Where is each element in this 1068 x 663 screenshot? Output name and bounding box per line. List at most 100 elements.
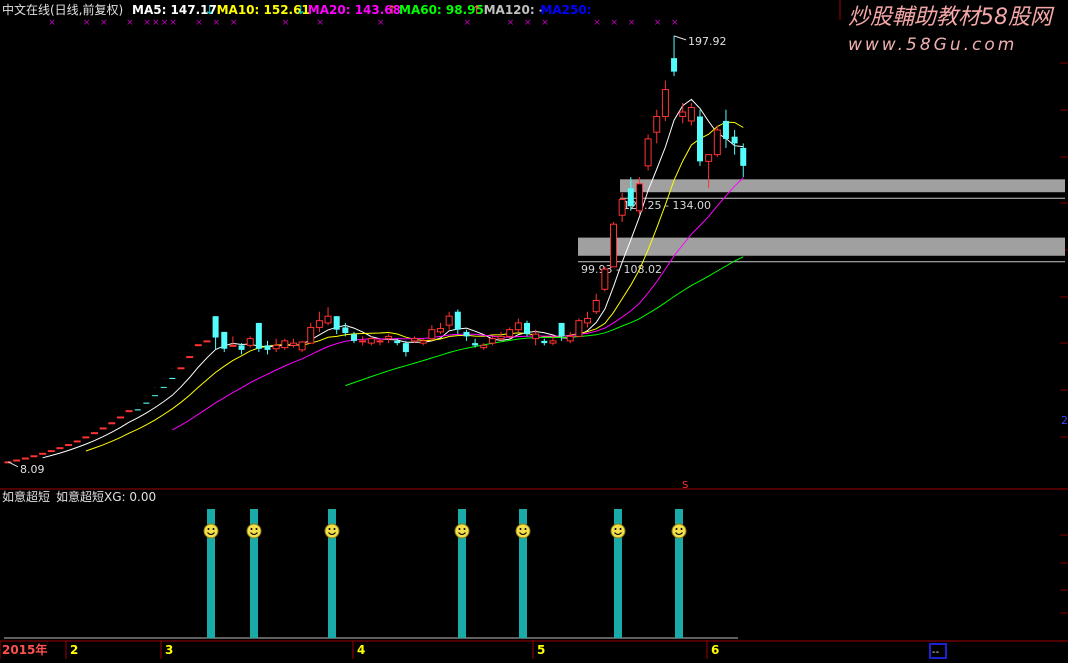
top-marker: × [282,18,290,28]
smiley-eye [250,528,253,530]
candle-body [30,455,38,458]
lower-panel: 如意超短 如意超短XG: 0.00 [2,489,738,639]
watermark: 炒股輔助教材58股网 www.58Gu.com [848,5,1055,55]
high-pointer [673,35,687,41]
candle-body [125,410,133,413]
top-marker: × [541,18,549,28]
candle-body [722,120,729,139]
x-tick-label: 6 [711,643,719,657]
right-marker: 2 [1061,414,1068,427]
candle-body [82,436,90,439]
candle-body [463,331,470,337]
smiley-face [324,523,340,539]
candle-body [411,338,419,342]
candle-body [627,188,634,207]
candle-body [671,58,678,72]
candle-body [705,154,713,162]
low-price-label: 8.09 [20,463,45,476]
candle-body [394,340,401,344]
symbol-title: 中文在线(日线,前复权) [2,2,123,17]
candle-body [47,450,55,453]
top-marker: × [463,18,471,28]
candle-body [575,320,583,337]
smiley-eye [255,528,258,530]
smiley-eye [519,528,522,530]
smiley-eye [614,528,617,530]
candle-body [610,223,617,268]
candle-body [246,338,254,346]
candle-body [601,268,609,290]
candle-body [524,322,530,335]
candle-body [194,344,202,347]
smiley-eye [328,528,331,530]
candle-body [687,107,695,122]
top-marker: × [654,18,662,28]
candle-body [592,299,600,313]
candle-body [713,129,721,156]
watermark-url: www.58Gu.com [848,35,1017,55]
candle-body [549,340,557,344]
top-marker: × [161,18,169,28]
candle-body [697,116,703,162]
smiley-eye [333,528,336,530]
top-marker: × [143,18,151,28]
top-marker: × [593,18,601,28]
x-tick-label: 4 [357,643,365,657]
candle-body [480,344,488,349]
lower-panel-title: 如意超短 [2,489,50,504]
candle-body [437,328,444,333]
candle-body [152,395,159,397]
top-marker: × [507,18,515,28]
candle-body [264,345,271,350]
smiley-eye [524,528,527,530]
grid-lines [0,0,1068,642]
candle-body [506,329,514,337]
candle-body [497,335,505,340]
candle-body [532,333,540,340]
smiley-icon [454,523,470,539]
smiley-eye [675,528,678,530]
top-marker: × [152,18,160,28]
candle-body [13,459,21,462]
candle-body [21,457,29,460]
ma-trend-arrow: ↓ [296,3,306,17]
smiley-icon [203,523,219,539]
candle-body [108,422,116,425]
candle-body [376,340,384,343]
candle-body [99,427,107,430]
candle-body [454,311,461,330]
candle-body [566,335,574,342]
candle-body [289,342,297,346]
candle-body [203,340,211,343]
candle-body [307,326,315,344]
support-zones: 128.25 - 134.0099.93 - 108.02 [578,179,1065,276]
smiley-eye [680,528,683,530]
top-marker: × [126,18,134,28]
candle-body [679,111,687,117]
candle-body [367,338,375,344]
x-tick-label: 2015年 [2,642,47,657]
chart-canvas: 128.25 - 134.00 99.93 - 108.02 如意超短 如意超短XG… [0,0,1068,659]
candle-body [177,367,185,370]
ma-line [172,177,744,431]
top-marker: × [316,18,324,28]
top-marker: × [48,18,56,28]
top-marker: × [377,18,385,28]
smiley-face [246,523,262,539]
smiley-eye [463,528,466,530]
smiley-face [671,523,687,539]
ma-trend-arrow: ↓ [205,3,215,17]
x-tick-label: 3 [165,643,173,657]
candle-body [644,138,652,167]
candle-body [635,183,643,212]
smiley-icon [610,523,626,539]
candle-body [661,89,669,117]
smiley-face [515,523,531,539]
smiley-face [454,523,470,539]
moving-average-lines [42,98,744,459]
smiley-eye [212,528,215,530]
candle-body [272,344,280,350]
candle-body [298,341,306,351]
candle-body [402,343,409,353]
candle-body [445,315,453,326]
